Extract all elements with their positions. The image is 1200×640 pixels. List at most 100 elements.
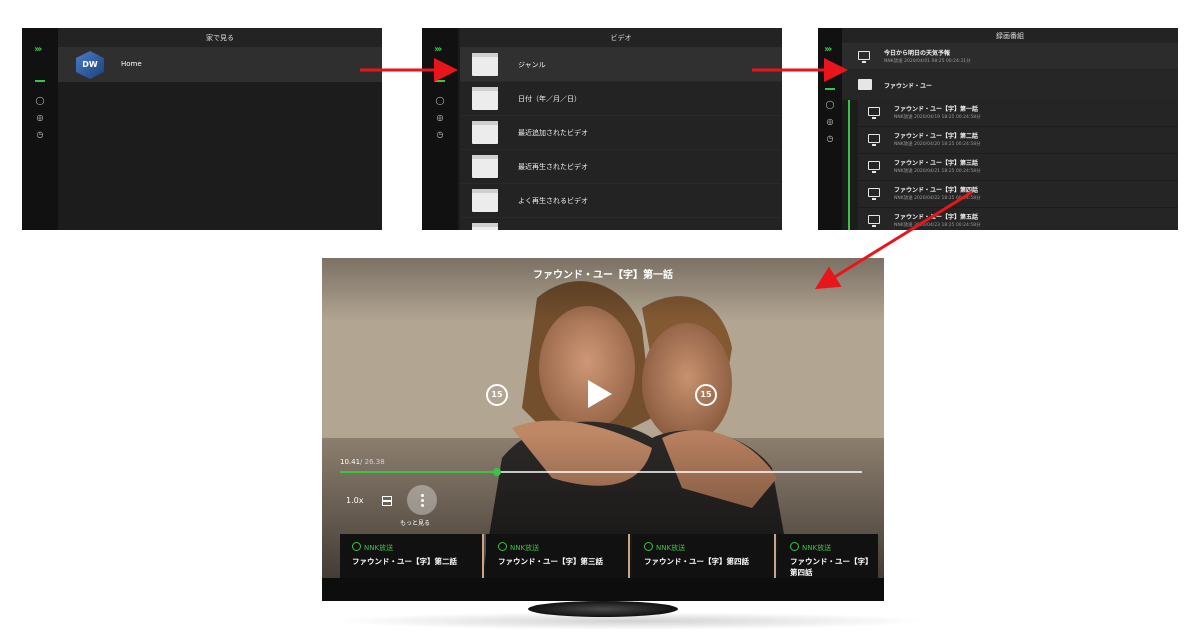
video-overlay (322, 258, 884, 578)
card-channel: NNK放送 (790, 542, 831, 553)
video-item-recent-played[interactable]: 最近再生されたビデオ (460, 150, 782, 184)
episode-meta: NNK放送 2020/04/22 18:25 00:24:58分 (894, 196, 981, 201)
card-episode: ファウンド・ユー【字】第二話 (352, 557, 457, 566)
settings-icon[interactable]: ◎ (825, 117, 835, 127)
episode-card[interactable]: NNK放送 ファウンド・ユー【字】第四話 (632, 534, 776, 578)
play-button[interactable] (588, 380, 612, 408)
tv-stand (528, 601, 678, 617)
video-item-label: 最近追加されたビデオ (518, 129, 588, 137)
rail-indicator (825, 88, 835, 90)
episode-meta: NNK放送 2020/04/21 18:25 00:24:58分 (894, 169, 981, 174)
episode-item[interactable]: ファウンド・ユー【字】第一話 NNK放送 2020/04/19 18:25 00… (858, 100, 1178, 127)
recording-title: 今日から明日の天気予報 (884, 50, 951, 57)
screen-title: 録画番組 (842, 28, 1178, 44)
video-item-partial[interactable] (460, 218, 782, 230)
card-channel: NNK放送 (352, 542, 393, 553)
episode-item[interactable]: ファウンド・ユー【字】第二話 NNK放送 2020/04/20 18:25 00… (858, 127, 1178, 154)
folder-icon (472, 53, 498, 76)
recording-meta: NNK放送 2020/04/01 08:25 00:24:31分 (884, 59, 971, 64)
settings-icon[interactable]: ◎ (435, 113, 445, 123)
episode-list-indicator (848, 100, 850, 230)
app-logo-icon: ››› (824, 44, 833, 55)
clock-icon[interactable]: ◷ (825, 134, 835, 144)
app-logo-icon: ››› (434, 44, 443, 55)
side-rail: ››› ◯ ◎ ◷ (22, 28, 58, 230)
skip-forward-15-button[interactable]: 15 (695, 384, 717, 406)
folder-icon (472, 87, 498, 110)
episode-title: ファウンド・ユー【字】第五話 (894, 214, 979, 221)
folder-icon (472, 155, 498, 178)
episode-title: ファウンド・ユー【字】第三話 (894, 160, 979, 167)
screen-home: ››› ◯ ◎ ◷ 家で見る DW Home (22, 28, 382, 230)
rail-indicator (435, 80, 445, 82)
folder-icon (472, 189, 498, 212)
rail-indicator (35, 80, 45, 82)
card-channel: NNK放送 (498, 542, 539, 553)
tv-icon (868, 161, 880, 173)
more-button[interactable] (407, 485, 437, 515)
open-folder-icon (858, 79, 872, 90)
episode-title: ファウンド・ユー【字】第四話 (894, 187, 979, 194)
app-logo-icon: ››› (34, 44, 43, 55)
episode-card[interactable]: NNK放送 ファウンド・ユー【字】第二話 (340, 534, 484, 578)
episode-card[interactable]: NNK放送 ファウンド・ユー【字】第四話 (778, 534, 878, 578)
seek-handle[interactable] (492, 468, 501, 476)
tv-icon (858, 51, 870, 63)
video-item-date[interactable]: 日付（年／月／日） (460, 82, 782, 116)
screen-title: 家で見る (58, 28, 382, 48)
video-item-label: 日付（年／月／日） (518, 95, 581, 103)
video-item-label: ジャンル (518, 61, 546, 69)
video-item-recent-added[interactable]: 最近追加されたビデオ (460, 116, 782, 150)
episode-item[interactable]: ファウンド・ユー【字】第五話 NNK放送 2020/04/23 18:25 00… (858, 208, 1178, 230)
folder-icon (472, 121, 498, 144)
folder-label: ファウンド・ユー (884, 83, 933, 90)
seek-progress (340, 471, 497, 473)
video-item-frequent[interactable]: よく再生されるビデオ (460, 184, 782, 218)
recording-weather[interactable]: 今日から明日の天気予報 NNK放送 2020/04/01 08:25 00:24… (842, 44, 1178, 70)
folder-icon (472, 223, 498, 230)
seek-bar[interactable] (340, 468, 862, 476)
episode-card[interactable]: NNK放送 ファウンド・ユー【字】第三話 (486, 534, 630, 578)
speed-button[interactable]: 1.0x (346, 496, 363, 505)
clock-icon[interactable]: ◷ (435, 130, 445, 140)
dw-logo-icon: DW (76, 51, 104, 79)
screen-title: ビデオ (460, 28, 782, 48)
user-icon[interactable]: ◯ (825, 100, 835, 110)
player-title: ファウンド・ユー【字】第一話 (533, 270, 673, 281)
card-channel: NNK放送 (644, 542, 685, 553)
tv-set: ファウンド・ユー【字】第一話 15 15 10.41/ 26.38 1.0x も… (322, 258, 884, 601)
tv-icon (868, 215, 880, 227)
time-total: / 26.38 (360, 458, 385, 466)
video-player[interactable]: ファウンド・ユー【字】第一話 15 15 10.41/ 26.38 1.0x も… (322, 258, 884, 578)
video-item-label: 最近再生されたビデオ (518, 163, 588, 171)
video-item-genre[interactable]: ジャンル (460, 48, 782, 82)
screen-video: ››› ◯ ◎ ◷ ビデオ ジャンル 日付（年／月／日） 最近追加されたビデオ … (422, 28, 782, 230)
next-episode-row: NNK放送 ファウンド・ユー【字】第二話 NNK放送 ファウンド・ユー【字】第三… (340, 534, 884, 578)
video-content: ビデオ ジャンル 日付（年／月／日） 最近追加されたビデオ 最近再生されたビデオ… (460, 28, 782, 230)
card-episode: ファウンド・ユー【字】第四話 (790, 557, 873, 577)
episode-list: ファウンド・ユー【字】第一話 NNK放送 2020/04/19 18:25 00… (848, 100, 1178, 230)
card-episode: ファウンド・ユー【字】第三話 (498, 557, 603, 566)
stage: ››› ◯ ◎ ◷ 家で見る DW Home ››› ◯ ◎ ◷ ビデオ ジャン… (0, 0, 1200, 640)
episode-title: ファウンド・ユー【字】第一話 (894, 106, 979, 113)
episode-meta: NNK放送 2020/04/23 18:25 00:24:58分 (894, 223, 981, 228)
episode-item[interactable]: ファウンド・ユー【字】第三話 NNK放送 2020/04/21 18:25 00… (858, 154, 1178, 181)
video-item-label: よく再生されるビデオ (518, 197, 588, 205)
episode-meta: NNK放送 2020/04/20 18:25 00:24:58分 (894, 142, 981, 147)
side-rail: ››› ◯ ◎ ◷ (422, 28, 458, 230)
series-folder[interactable]: ファウンド・ユー (842, 70, 1178, 100)
film-icon[interactable] (382, 496, 392, 506)
skip-back-15-button[interactable]: 15 (486, 384, 508, 406)
tv-icon (868, 134, 880, 146)
episode-title: ファウンド・ユー【字】第二話 (894, 133, 979, 140)
user-icon[interactable]: ◯ (35, 96, 45, 106)
clock-icon[interactable]: ◷ (35, 130, 45, 140)
home-server-item[interactable]: DW Home (58, 48, 382, 82)
episode-item[interactable]: ファウンド・ユー【字】第四話 NNK放送 2020/04/22 18:25 00… (858, 181, 1178, 208)
time-current: 10.41 (340, 458, 361, 466)
user-icon[interactable]: ◯ (435, 96, 445, 106)
tv-icon (868, 107, 880, 119)
settings-icon[interactable]: ◎ (35, 113, 45, 123)
time-readout: 10.41/ 26.38 (340, 458, 385, 466)
side-rail: ››› ◯ ◎ ◷ (818, 28, 842, 230)
